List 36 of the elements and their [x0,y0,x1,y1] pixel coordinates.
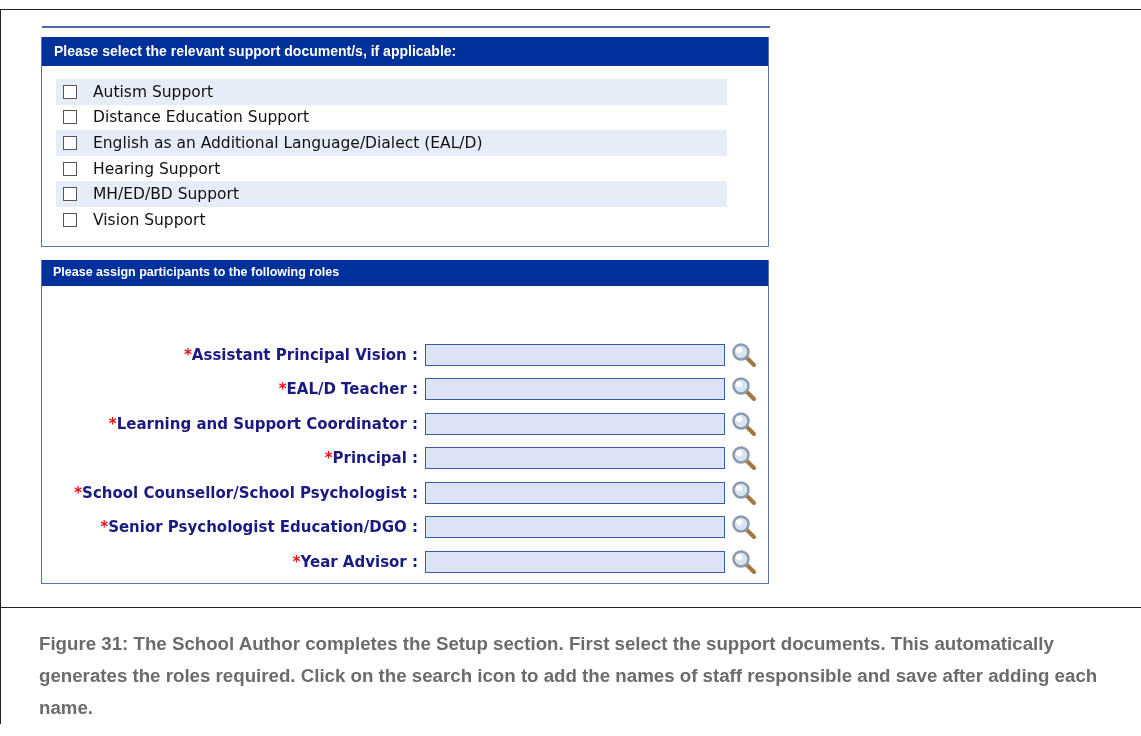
field-label: *School Counsellor/School Psychologist : [73,483,418,502]
checkbox-label: Autism Support [93,82,214,101]
checkbox[interactable] [63,84,77,99]
input-field[interactable] [425,481,725,504]
checkbox-label: English as an Additional Language/Dialect (EAL/D) [93,134,483,152]
input-field[interactable] [425,343,725,366]
checkbox-label: Distance Education Support [93,108,310,127]
field-label: *Senior Psychologist Education/DGO : [99,518,418,537]
field-label: *Assistant Principal Vision : [183,345,418,364]
search-icon[interactable] [731,410,757,437]
field-label: *Learning and Support Coordinator : [107,414,418,433]
field-label: *EAL/D Teacher : [277,380,418,399]
field-label: *Principal : [323,449,418,468]
checkbox[interactable] [63,110,77,125]
input-field[interactable] [425,447,725,470]
checkbox[interactable] [63,212,77,227]
field-label: *Year Advisor : [291,552,418,571]
input-field[interactable] [425,378,725,401]
checkbox-label: Hearing Support [93,159,221,178]
checkbox-label: Vision Support [93,210,206,229]
input-field[interactable] [425,516,725,539]
panel-header: Please assign participants to the following roles [42,259,768,286]
checkbox[interactable] [63,161,77,176]
search-icon[interactable] [731,341,757,368]
input-field[interactable] [425,550,725,573]
checkbox[interactable] [63,136,77,150]
search-icon[interactable] [731,548,757,575]
checkbox-label: MH/ED/BD Support [93,185,239,204]
search-icon[interactable] [731,376,757,403]
checkbox[interactable] [63,187,77,202]
panel-header: Please select the relevant support document/s, if applicable: [42,37,768,66]
search-icon[interactable] [731,514,757,541]
search-icon[interactable] [731,445,757,472]
figure-caption: Figure 31: The School Author completes the Setup section. First select the support documents. This automatically generates the roles required. Click on the search icon to add the names of staff responsible and save after adding each name. [38,632,1099,720]
input-field[interactable] [425,412,725,435]
search-icon[interactable] [731,479,757,506]
